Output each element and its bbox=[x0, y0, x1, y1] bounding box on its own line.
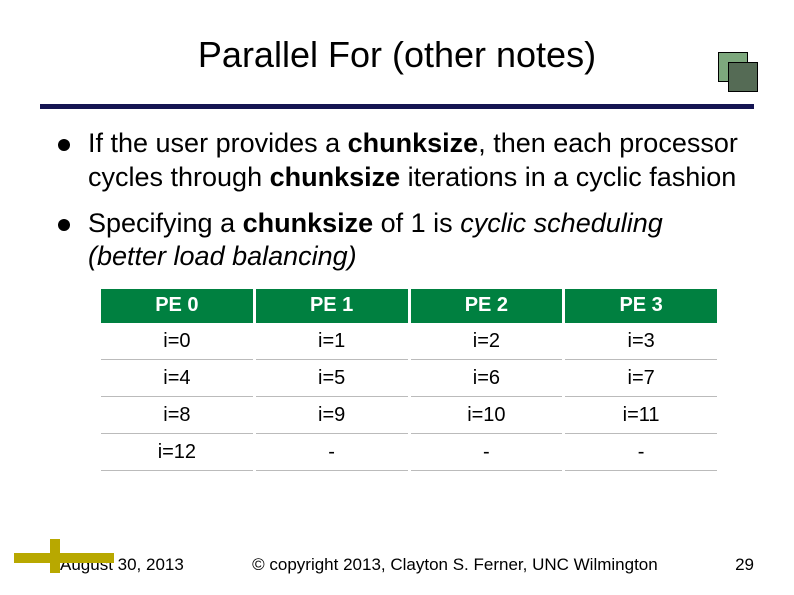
table-cell: - bbox=[256, 435, 408, 471]
slide: Parallel For (other notes) If the user p… bbox=[0, 0, 794, 595]
table-row: i=4i=5i=6i=7 bbox=[101, 361, 717, 397]
schedule-table: PE 0PE 1PE 2PE 3 i=0i=1i=2i=3i=4i=5i=6i=… bbox=[98, 288, 720, 472]
table-cell: i=1 bbox=[256, 324, 408, 360]
table-cell: i=10 bbox=[411, 398, 563, 434]
table-header: PE 3 bbox=[565, 289, 717, 323]
bullet-text: Specifying a chunksize of 1 is cyclic sc… bbox=[88, 207, 740, 275]
table-cell: i=0 bbox=[101, 324, 253, 360]
title-decoration-icon bbox=[718, 52, 758, 92]
table-row: i=8i=9i=10i=11 bbox=[101, 398, 717, 434]
table-cell: i=4 bbox=[101, 361, 253, 397]
footer-cross-icon bbox=[14, 547, 114, 575]
table-cell: i=12 bbox=[101, 435, 253, 471]
table-cell: i=6 bbox=[411, 361, 563, 397]
table-header: PE 0 bbox=[101, 289, 253, 323]
table-cell: i=5 bbox=[256, 361, 408, 397]
footer-copyright: © copyright 2013, Clayton S. Ferner, UNC… bbox=[196, 555, 714, 575]
table-row: i=12--- bbox=[101, 435, 717, 471]
bullet-item: If the user provides a chunksize, then e… bbox=[58, 127, 740, 195]
content-area: If the user provides a chunksize, then e… bbox=[40, 109, 754, 472]
table-cell: i=9 bbox=[256, 398, 408, 434]
table-row: i=0i=1i=2i=3 bbox=[101, 324, 717, 360]
table-cell: i=11 bbox=[565, 398, 717, 434]
table-header: PE 2 bbox=[411, 289, 563, 323]
table-cell: i=3 bbox=[565, 324, 717, 360]
bullet-text: If the user provides a chunksize, then e… bbox=[88, 127, 740, 195]
footer: August 30, 2013 © copyright 2013, Clayto… bbox=[0, 555, 794, 575]
footer-page-number: 29 bbox=[714, 555, 754, 575]
table-header: PE 1 bbox=[256, 289, 408, 323]
table-cell: - bbox=[565, 435, 717, 471]
bullet-dot-icon bbox=[58, 219, 70, 231]
table-cell: i=2 bbox=[411, 324, 563, 360]
bullet-dot-icon bbox=[58, 139, 70, 151]
slide-title: Parallel For (other notes) bbox=[40, 28, 754, 76]
table-cell: - bbox=[411, 435, 563, 471]
table-cell: i=7 bbox=[565, 361, 717, 397]
title-row: Parallel For (other notes) bbox=[40, 28, 754, 98]
table-cell: i=8 bbox=[101, 398, 253, 434]
bullet-item: Specifying a chunksize of 1 is cyclic sc… bbox=[58, 207, 740, 275]
